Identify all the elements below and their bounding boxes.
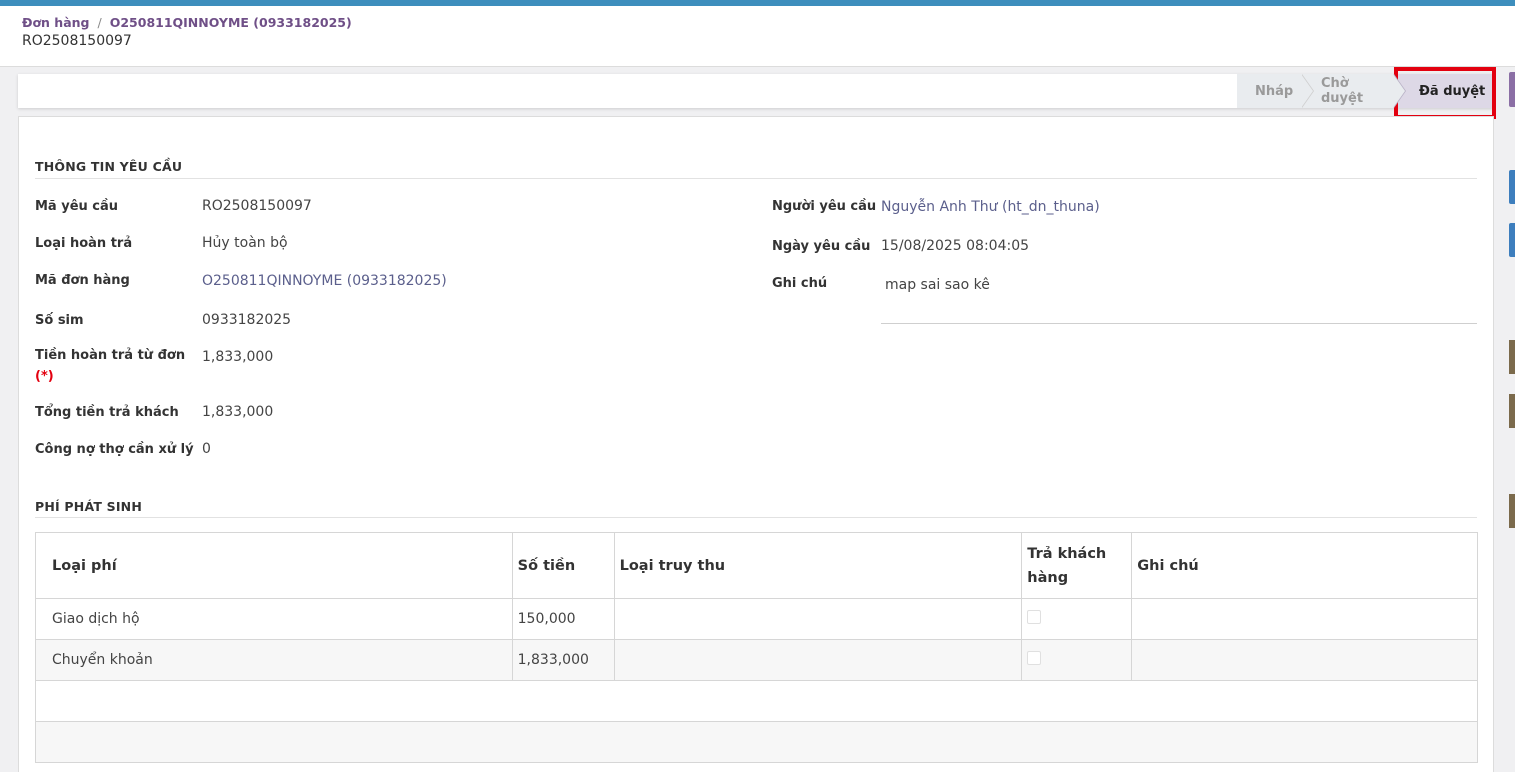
collection-type-cell	[613, 639, 1023, 681]
stage-draft-button[interactable]: Nháp	[1237, 74, 1301, 108]
empty-table-row	[35, 680, 1478, 722]
refund-type-value: Hủy toàn bộ	[202, 235, 288, 251]
sim-number-value: 0933182025	[202, 312, 292, 328]
note-label: Ghi chú	[772, 276, 828, 291]
status-bar: Nháp Chờ duyệt Đã duyệt	[18, 74, 1493, 108]
column-header-refund-customer[interactable]: Trả khách hàng	[1021, 532, 1133, 599]
section-divider	[35, 178, 1477, 179]
required-marker: (*)	[35, 369, 54, 384]
refund-customer-cell	[1021, 598, 1133, 640]
technician-debt-label: Công nợ thợ cần xử lý	[35, 442, 194, 457]
page-title: RO2508150097	[22, 33, 132, 49]
stage-separator-arrow	[1301, 74, 1313, 108]
note-cell	[1131, 639, 1478, 681]
column-header-amount[interactable]: Số tiền	[511, 532, 615, 599]
requester-label: Người yêu cầu	[772, 199, 877, 214]
column-header-note[interactable]: Ghi chú	[1131, 532, 1478, 599]
side-action-button[interactable]	[1509, 170, 1515, 204]
breadcrumb-order-link[interactable]: O250811QINNOYME (0933182025)	[110, 15, 352, 30]
fees-table: Loại phí Số tiền Loại truy thu Trả khách…	[35, 532, 1478, 763]
sim-number-label: Số sim	[35, 313, 84, 328]
breadcrumb-separator: /	[97, 15, 102, 30]
amount-cell: 1,833,000	[511, 639, 615, 681]
request-code-label: Mã yêu cầu	[35, 199, 119, 214]
side-action-button[interactable]	[1509, 223, 1515, 257]
breadcrumb: Đơn hàng / O250811QINNOYME (0933182025)	[22, 15, 352, 30]
request-code-value: RO2508150097	[202, 198, 312, 214]
stage-waiting-button[interactable]: Chờ duyệt	[1301, 74, 1393, 108]
side-thumbnail-image[interactable]	[1509, 340, 1515, 374]
side-thumbnail-image[interactable]	[1509, 394, 1515, 428]
table-row[interactable]: Chuyển khoản 1,833,000	[35, 639, 1478, 681]
request-date-value: 15/08/2025 08:04:05	[881, 238, 1030, 254]
breadcrumb-orders-link[interactable]: Đơn hàng	[22, 15, 90, 30]
request-date-label: Ngày yêu cầu	[772, 239, 871, 254]
table-row[interactable]: Giao dịch hộ 150,000	[35, 598, 1478, 640]
total-refund-label: Tổng tiền trả khách	[35, 405, 179, 420]
stage-separator-arrow	[1393, 74, 1405, 108]
refund-from-order-label: Tiền hoàn trả từ đơn	[35, 348, 186, 363]
fees-section-title: PHÍ PHÁT SINH	[35, 499, 143, 514]
control-panel: Đơn hàng / O250811QINNOYME (0933182025) …	[0, 6, 1515, 67]
collection-type-cell	[613, 598, 1023, 640]
request-info-section-title: THÔNG TIN YÊU CẦU	[35, 159, 183, 174]
empty-table-row	[35, 721, 1478, 763]
form-sheet: THÔNG TIN YÊU CẦU Mã yêu cầu RO250815009…	[18, 116, 1494, 772]
refund-from-order-value: 1,833,000	[202, 349, 274, 365]
table-header-row: Loại phí Số tiền Loại truy thu Trả khách…	[35, 532, 1478, 599]
column-header-fee-type[interactable]: Loại phí	[35, 532, 513, 599]
empty-cell	[35, 680, 1478, 722]
order-code-link[interactable]: O250811QINNOYME (0933182025)	[202, 271, 447, 291]
refund-customer-cell	[1021, 639, 1133, 681]
fee-type-cell: Giao dịch hộ	[35, 598, 513, 640]
technician-debt-value: 0	[202, 441, 211, 457]
column-header-collection-type[interactable]: Loại truy thu	[613, 532, 1023, 599]
section-divider	[35, 517, 1477, 518]
requester-link[interactable]: Nguyễn Anh Thư (ht_dn_thuna)	[881, 197, 1100, 217]
refund-customer-checkbox[interactable]	[1027, 610, 1042, 624]
refund-customer-checkbox[interactable]	[1027, 651, 1042, 665]
side-panel-tab[interactable]	[1509, 72, 1515, 107]
note-cell	[1131, 598, 1478, 640]
total-refund-value: 1,833,000	[202, 404, 274, 420]
amount-cell: 150,000	[511, 598, 615, 640]
refund-type-label: Loại hoàn trả	[35, 236, 133, 251]
side-thumbnail-image[interactable]	[1509, 494, 1515, 528]
note-field-underline	[881, 323, 1477, 324]
note-value: map sai sao kê	[885, 277, 990, 293]
fee-type-cell: Chuyển khoản	[35, 639, 513, 681]
empty-cell	[35, 721, 1478, 763]
order-code-label: Mã đơn hàng	[35, 273, 130, 288]
highlight-annotation-box	[1394, 67, 1496, 119]
